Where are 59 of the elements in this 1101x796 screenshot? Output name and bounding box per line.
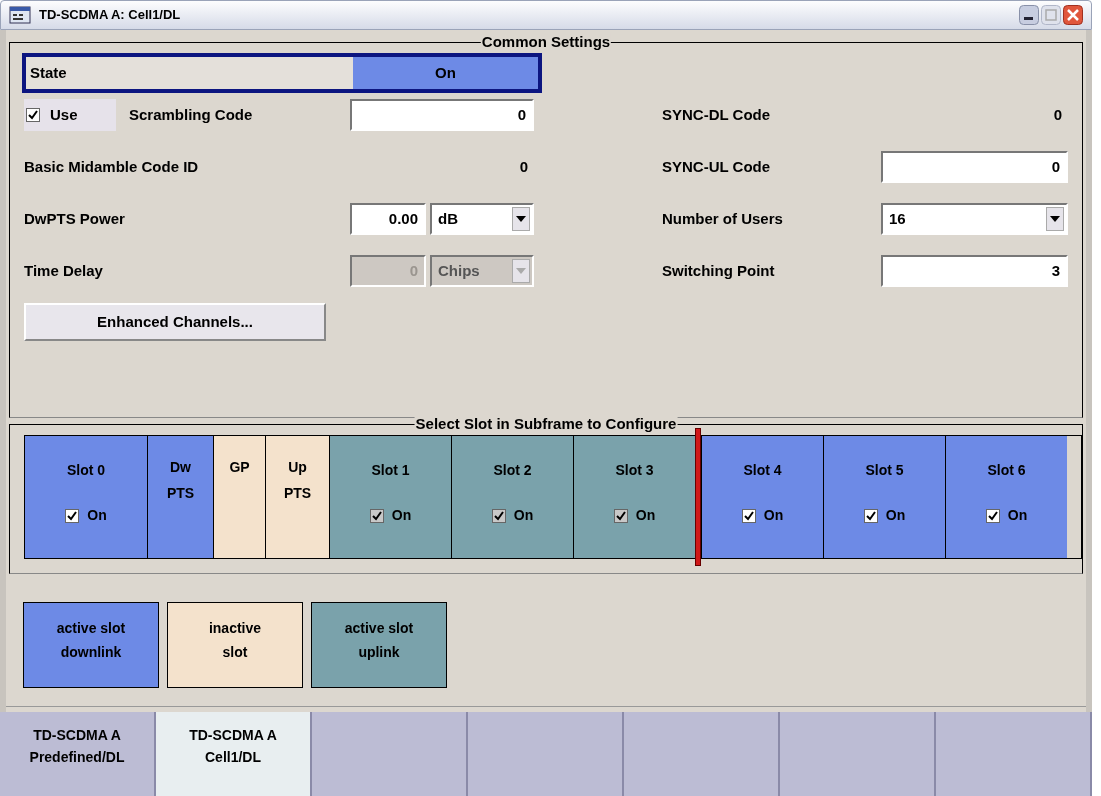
caret-icon [1046,207,1064,231]
slot-cell[interactable]: Slot 0 On [25,436,147,558]
window-title: TD-SCDMA A: Cell1/DL [39,6,182,25]
slot-label: Dw PTS [166,458,195,503]
legend-swatch: inactive slot [167,602,303,688]
field-label: SYNC-UL Code [662,156,772,177]
close-button[interactable] [1063,5,1083,25]
state-toggle[interactable]: State On [22,53,542,93]
slot-label: Up PTS [283,458,312,503]
field-label: Scrambling Code [129,104,254,125]
dropdown[interactable]: dB [430,203,534,235]
checkbox[interactable] [26,108,40,122]
slot-label: GP [229,458,250,477]
field-label: Basic Midamble Code ID [24,156,200,177]
slot-checkbox[interactable]: On [985,505,1028,526]
field-label: Switching Point [662,260,776,281]
slot-label: Slot 2 [493,461,532,480]
slot-cell[interactable]: Up PTS [265,436,329,558]
slot-label: Slot 6 [987,461,1026,480]
slot-cell[interactable]: Dw PTS [147,436,213,558]
slot-checkbox[interactable]: On [65,505,107,526]
slot-label: Slot 5 [865,461,904,480]
checkbox[interactable] [65,508,80,523]
slot-label: Slot 1 [371,461,410,480]
slot-label: Slot 0 [66,461,106,480]
legend-swatch: active slot uplink [311,602,447,688]
checkbox[interactable] [741,508,756,523]
slot-checkbox[interactable]: On [863,505,906,526]
group-title: Common Settings [480,33,612,51]
slot-checkbox[interactable]: On [741,505,784,526]
legend-swatch: active slot downlink [23,602,159,688]
field-label: Number of Users [662,208,784,229]
slot-cell[interactable]: Slot 6 On [945,436,1067,558]
minimize-button[interactable] [1019,5,1039,25]
checkbox[interactable] [863,508,878,523]
tab[interactable]: TD-SCDMA A Cell1/DL [156,712,312,796]
value-text: 0 [1052,104,1063,125]
input-field[interactable]: 0 [881,151,1068,183]
dropdown[interactable]: 16 [881,203,1068,235]
field-label: SYNC-DL Code [662,104,772,125]
slot-cell[interactable]: GP [213,436,265,558]
caret-icon [512,207,530,231]
slot-cell[interactable]: Slot 5 On [823,436,945,558]
slot-label: Slot 4 [743,461,782,480]
switching-point-marker[interactable] [695,428,701,566]
field-label: Time Delay [24,260,104,281]
checkbox[interactable] [985,508,1000,523]
use-checkbox[interactable]: Use [24,99,116,131]
group-title: Select Slot in Subframe to Configure [414,415,678,433]
input-field[interactable]: 3 [881,255,1068,287]
caret-icon [512,259,530,283]
enhanced-channels-button[interactable]: Enhanced Channels... [24,303,326,341]
input-field[interactable]: 0 [350,99,534,131]
slot-cell[interactable]: Slot 4 On [701,436,823,558]
app-icon [9,6,31,24]
field-label: DwPTS Power [24,208,126,229]
slot-label: Slot 3 [615,461,654,480]
value-text: 0 [518,156,529,177]
input-field[interactable]: 0.00 [350,203,426,235]
